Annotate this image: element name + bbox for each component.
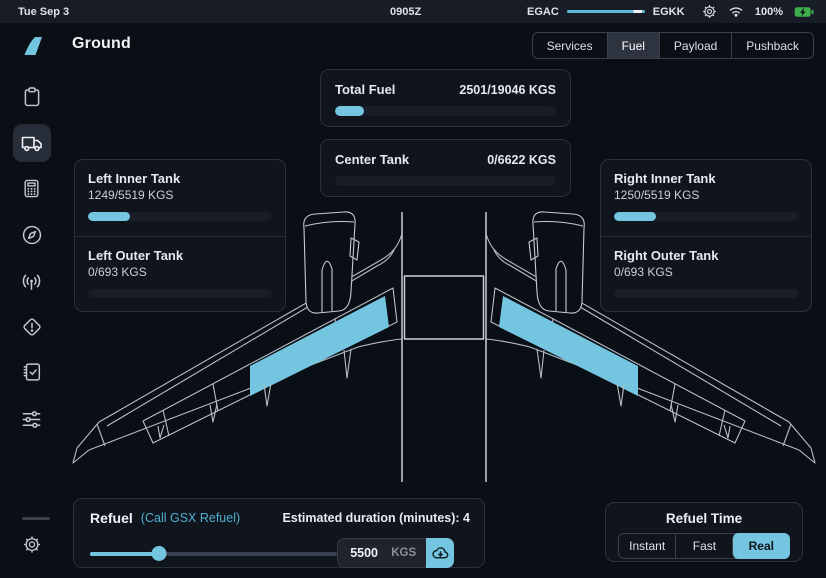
route-destination: EGKK bbox=[653, 6, 685, 18]
aircraft-fuel-diagram bbox=[63, 200, 826, 490]
refuel-amount-box: KGS bbox=[337, 538, 426, 568]
refuel-time-real-button[interactable]: Real bbox=[732, 533, 790, 559]
right-inner-tank-label: Right Inner Tank bbox=[614, 171, 798, 186]
sidebar-item-alerts[interactable] bbox=[13, 308, 51, 346]
battery-percent-label: 100% bbox=[755, 6, 783, 18]
sliders-icon bbox=[20, 408, 43, 431]
ground-tabs: Services Fuel Payload Pushback bbox=[532, 32, 814, 59]
route-progress-line bbox=[567, 10, 645, 13]
wifi-icon bbox=[728, 5, 744, 18]
call-gsx-refuel-link[interactable]: (Call GSX Refuel) bbox=[141, 511, 240, 525]
route-origin: EGAC bbox=[527, 6, 559, 18]
refuel-time-options: Instant Fast Real bbox=[618, 533, 790, 559]
estimated-duration-label: Estimated duration (minutes): 4 bbox=[282, 511, 470, 525]
sidebar-item-clipboard[interactable] bbox=[13, 78, 51, 116]
compass-icon bbox=[21, 224, 43, 246]
left-inner-tank-label: Left Inner Tank bbox=[88, 171, 272, 186]
sidebar-item-checklist[interactable] bbox=[13, 353, 51, 391]
refuel-unit-label: KGS bbox=[391, 547, 416, 559]
battery-charging-icon bbox=[794, 6, 814, 18]
tab-payload[interactable]: Payload bbox=[659, 33, 731, 58]
gear-icon[interactable] bbox=[702, 4, 717, 19]
sidebar-divider bbox=[22, 517, 50, 520]
tail-fin-logo bbox=[22, 35, 44, 62]
load-fuel-button[interactable] bbox=[426, 538, 454, 568]
antenna-icon bbox=[20, 270, 43, 293]
tab-services[interactable]: Services bbox=[533, 33, 607, 58]
flight-route: EGAC EGKK bbox=[527, 6, 685, 18]
checklist-icon bbox=[21, 361, 43, 383]
refuel-time-instant-button[interactable]: Instant bbox=[619, 534, 675, 558]
total-fuel-progressbar bbox=[335, 106, 556, 116]
refuel-title: Refuel bbox=[90, 510, 133, 526]
center-tank-value: 0/6622 KGS bbox=[487, 153, 556, 167]
refuel-amount-slider[interactable] bbox=[90, 545, 337, 561]
status-time: 0905Z bbox=[390, 6, 421, 18]
gear-icon bbox=[22, 535, 41, 554]
sidebar-item-options[interactable] bbox=[13, 400, 51, 438]
center-tank-progressbar bbox=[335, 176, 556, 186]
refuel-amount-input[interactable] bbox=[350, 546, 382, 560]
sidebar-item-ground-services[interactable] bbox=[13, 124, 51, 162]
truck-icon bbox=[20, 131, 44, 155]
total-fuel-value: 2501/19046 KGS bbox=[459, 83, 556, 97]
page-title: Ground bbox=[72, 35, 131, 53]
sidebar-item-settings[interactable] bbox=[22, 535, 41, 559]
sidebar-nav bbox=[0, 23, 63, 578]
center-tank-card: Center Tank 0/6622 KGS bbox=[320, 139, 571, 197]
clipboard-icon bbox=[21, 86, 43, 108]
tab-fuel[interactable]: Fuel bbox=[607, 33, 659, 58]
total-fuel-label: Total Fuel bbox=[335, 82, 395, 97]
status-date: Tue Sep 3 bbox=[18, 6, 69, 18]
alert-diamond-icon bbox=[21, 316, 43, 338]
refuel-time-card: Refuel Time Instant Fast Real bbox=[605, 502, 803, 562]
slider-thumb[interactable] bbox=[152, 546, 167, 561]
sidebar-item-radio[interactable] bbox=[13, 262, 51, 300]
refuel-time-title: Refuel Time bbox=[618, 511, 790, 526]
tab-pushback[interactable]: Pushback bbox=[731, 33, 813, 58]
sidebar-item-calculator[interactable] bbox=[13, 169, 51, 207]
slider-fill bbox=[90, 552, 159, 556]
refuel-card: Refuel (Call GSX Refuel) Estimated durat… bbox=[73, 498, 485, 568]
center-tank-label: Center Tank bbox=[335, 152, 409, 167]
total-fuel-card: Total Fuel 2501/19046 KGS bbox=[320, 69, 571, 127]
refuel-time-fast-button[interactable]: Fast bbox=[675, 534, 732, 558]
sidebar-item-navigation[interactable] bbox=[13, 216, 51, 254]
status-bar: Tue Sep 3 0905Z EGAC EGKK 100% bbox=[0, 0, 826, 23]
calculator-icon bbox=[21, 178, 42, 199]
cloud-download-icon bbox=[431, 545, 450, 561]
